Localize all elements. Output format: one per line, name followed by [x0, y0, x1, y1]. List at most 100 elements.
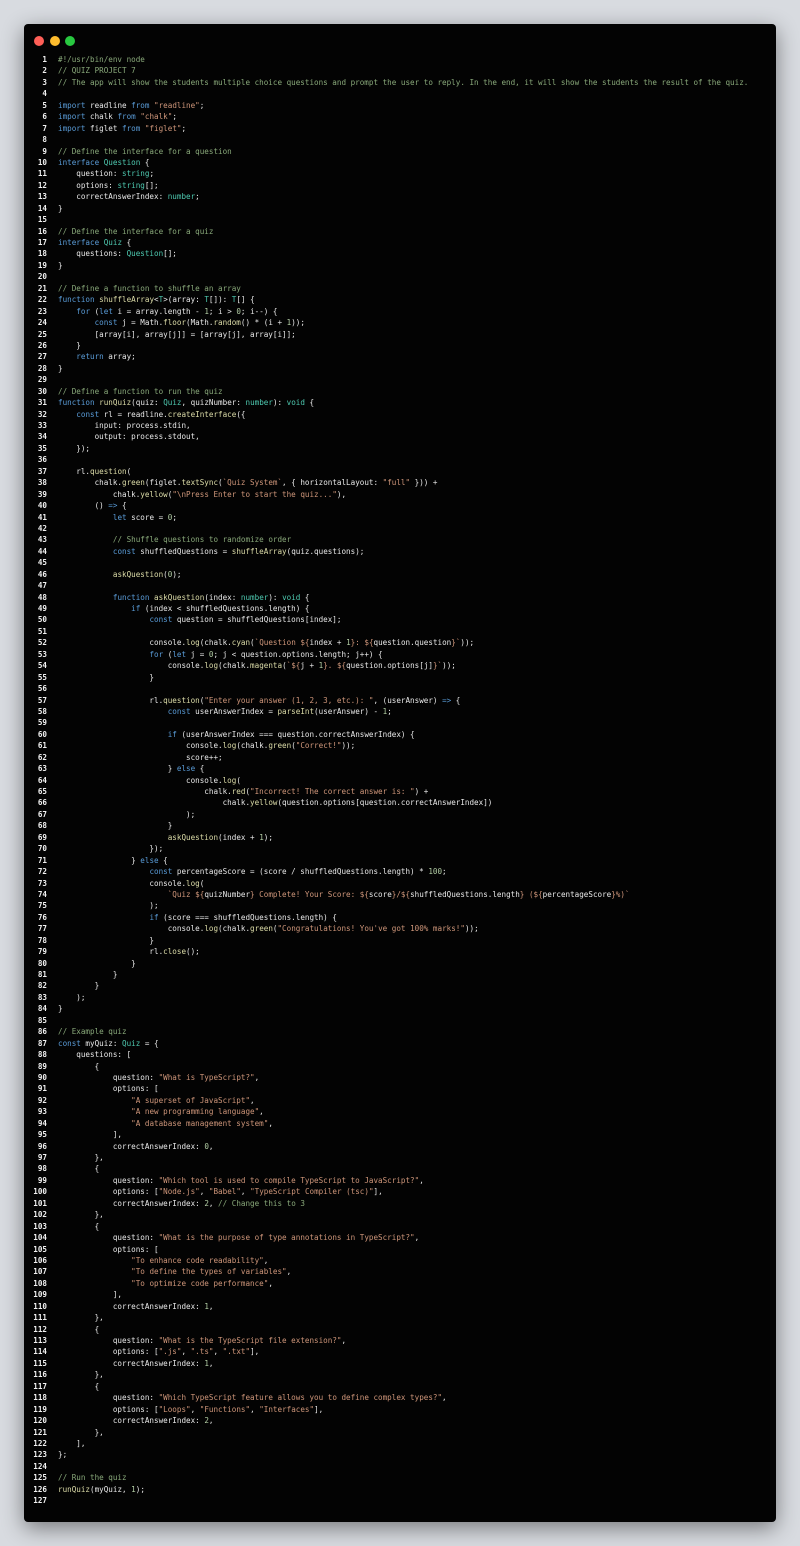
close-window-icon[interactable] [34, 36, 44, 46]
line-number: 87 [37, 1038, 47, 1048]
code-text: import chalk from "chalk"; [58, 111, 177, 122]
code-token: chalk. [58, 478, 123, 488]
code-line: 58 const userAnswerIndex = parseInt(user… [24, 706, 776, 717]
code-token: // Define the interface for a question [58, 146, 232, 156]
code-token: log [222, 775, 237, 785]
code-token: "Correct!" [295, 741, 342, 751]
line-number: 82 [37, 981, 47, 991]
code-token: random [213, 318, 241, 328]
code-text: const percentageScore = (score / shuffle… [58, 866, 446, 877]
code-line: 92 "A superset of JavaScript", [24, 1095, 776, 1106]
code-token: const [112, 546, 136, 556]
line-number: 123 [33, 1450, 47, 1460]
line-number: 72 [37, 867, 47, 877]
code-token: chalk. [58, 489, 141, 499]
code-line: 93 "A new programming language", [24, 1106, 776, 1117]
code-line: 101 correctAnswerIndex: 2, // Change thi… [24, 1198, 776, 1209]
code-text: console.log(chalk.magenta(`${j + 1}. ${q… [58, 660, 456, 671]
code-line: 94 "A database management system", [24, 1118, 776, 1129]
line-number: 103 [33, 1221, 47, 1231]
code-line: 116 }, [24, 1369, 776, 1380]
code-token: (userAnswerIndex === question.correctAns… [176, 729, 415, 739]
code-token: (myQuiz, [90, 1484, 132, 1494]
code-token: yellow [140, 489, 168, 499]
code-token: } [58, 958, 136, 968]
code-token: options: [ [58, 1084, 159, 1094]
code-text: rl.question("Enter your answer (1, 2, 3,… [58, 695, 460, 706]
code-token: number [240, 592, 269, 602]
code-token: // Change this to 3 [218, 1198, 305, 1208]
code-token: ], [314, 1404, 324, 1414]
code-text: { [58, 1221, 100, 1232]
line-number: 41 [37, 512, 47, 522]
code-text: ); [58, 992, 85, 1003]
code-token: else [176, 764, 196, 774]
line-number: 6 [42, 112, 47, 122]
code-token: figlet [85, 123, 123, 133]
code-token: console. [58, 638, 187, 648]
code-token: "A superset of JavaScript" [131, 1095, 251, 1105]
code-text: "To optimize code performance", [58, 1278, 273, 1289]
code-line: 35 }); [24, 443, 776, 454]
code-line: 60 if (userAnswerIndex === question.corr… [24, 729, 776, 740]
code-text: if (score === shuffledQuestions.length) … [58, 912, 336, 923]
code-token: ) + [414, 787, 429, 796]
code-token: "A database management system" [131, 1118, 269, 1128]
code-token: green [122, 478, 145, 488]
code-line: 71 } else { [24, 855, 776, 866]
code-token: { [58, 1381, 100, 1391]
code-token: , [268, 1118, 273, 1128]
code-token: question: [58, 1233, 159, 1243]
code-text: options: [ [58, 1083, 159, 1094]
line-number: 1 [42, 55, 47, 64]
code-line: 27 return array; [24, 351, 776, 362]
line-number: 67 [37, 809, 47, 819]
code-token: }: ${ [350, 638, 374, 648]
code-token: floor [163, 318, 187, 328]
code-token: question.question [373, 638, 452, 648]
minimize-window-icon[interactable] [50, 36, 60, 46]
line-number: 28 [37, 363, 47, 373]
code-text: } [58, 363, 63, 374]
code-token: if [149, 912, 159, 922]
code-token: chalk. [58, 798, 251, 808]
code-line: 20 [24, 271, 776, 282]
code-line: 23 for (let i = array.length - 1; i > 0;… [24, 306, 776, 317]
code-token: "readline" [154, 100, 200, 110]
code-text: } [58, 820, 173, 831]
code-token: , [250, 1095, 255, 1105]
code-token: yellow [250, 798, 278, 808]
code-token: ], [250, 1347, 260, 1357]
code-text: for (let i = array.length - 1; i > 0; i-… [58, 306, 278, 317]
code-token: 100 [428, 867, 443, 877]
code-line: 77 console.log(chalk.green("Congratulati… [24, 923, 776, 934]
line-number: 50 [37, 615, 47, 625]
code-text: "To define the types of variables", [58, 1266, 291, 1277]
code-line: 52 console.log(chalk.cyan(`Question ${in… [24, 637, 776, 648]
maximize-window-icon[interactable] [65, 36, 75, 46]
code-token: question: [58, 1072, 159, 1082]
code-line: 65 chalk.red("Incorrect! The correct ans… [24, 786, 776, 797]
code-token: (chalk. [218, 924, 251, 934]
code-token: , [213, 1347, 223, 1357]
code-token: index + [309, 638, 347, 648]
code-line: 97 }, [24, 1152, 776, 1163]
code-text: interface Question { [58, 157, 149, 168]
line-number: 45 [37, 558, 47, 568]
line-number: 59 [37, 718, 47, 728]
line-number: 85 [37, 1015, 47, 1025]
code-token: // Shuffle questions to randomize order [112, 535, 292, 545]
code-line: 85 [24, 1015, 776, 1026]
line-number: 21 [37, 283, 47, 293]
code-line: 41 let score = 0; [24, 512, 776, 523]
line-number: 26 [37, 340, 47, 350]
code-token: (figlet. [144, 478, 182, 488]
code-line: 75 ); [24, 900, 776, 911]
code-token: (quiz: [131, 398, 164, 408]
code-token: askQuestion [112, 569, 164, 579]
code-line: 64 console.log( [24, 775, 776, 786]
code-line: 45 [24, 557, 776, 568]
code-token: ; i--) { [240, 306, 278, 316]
code-token: { [117, 501, 127, 511]
